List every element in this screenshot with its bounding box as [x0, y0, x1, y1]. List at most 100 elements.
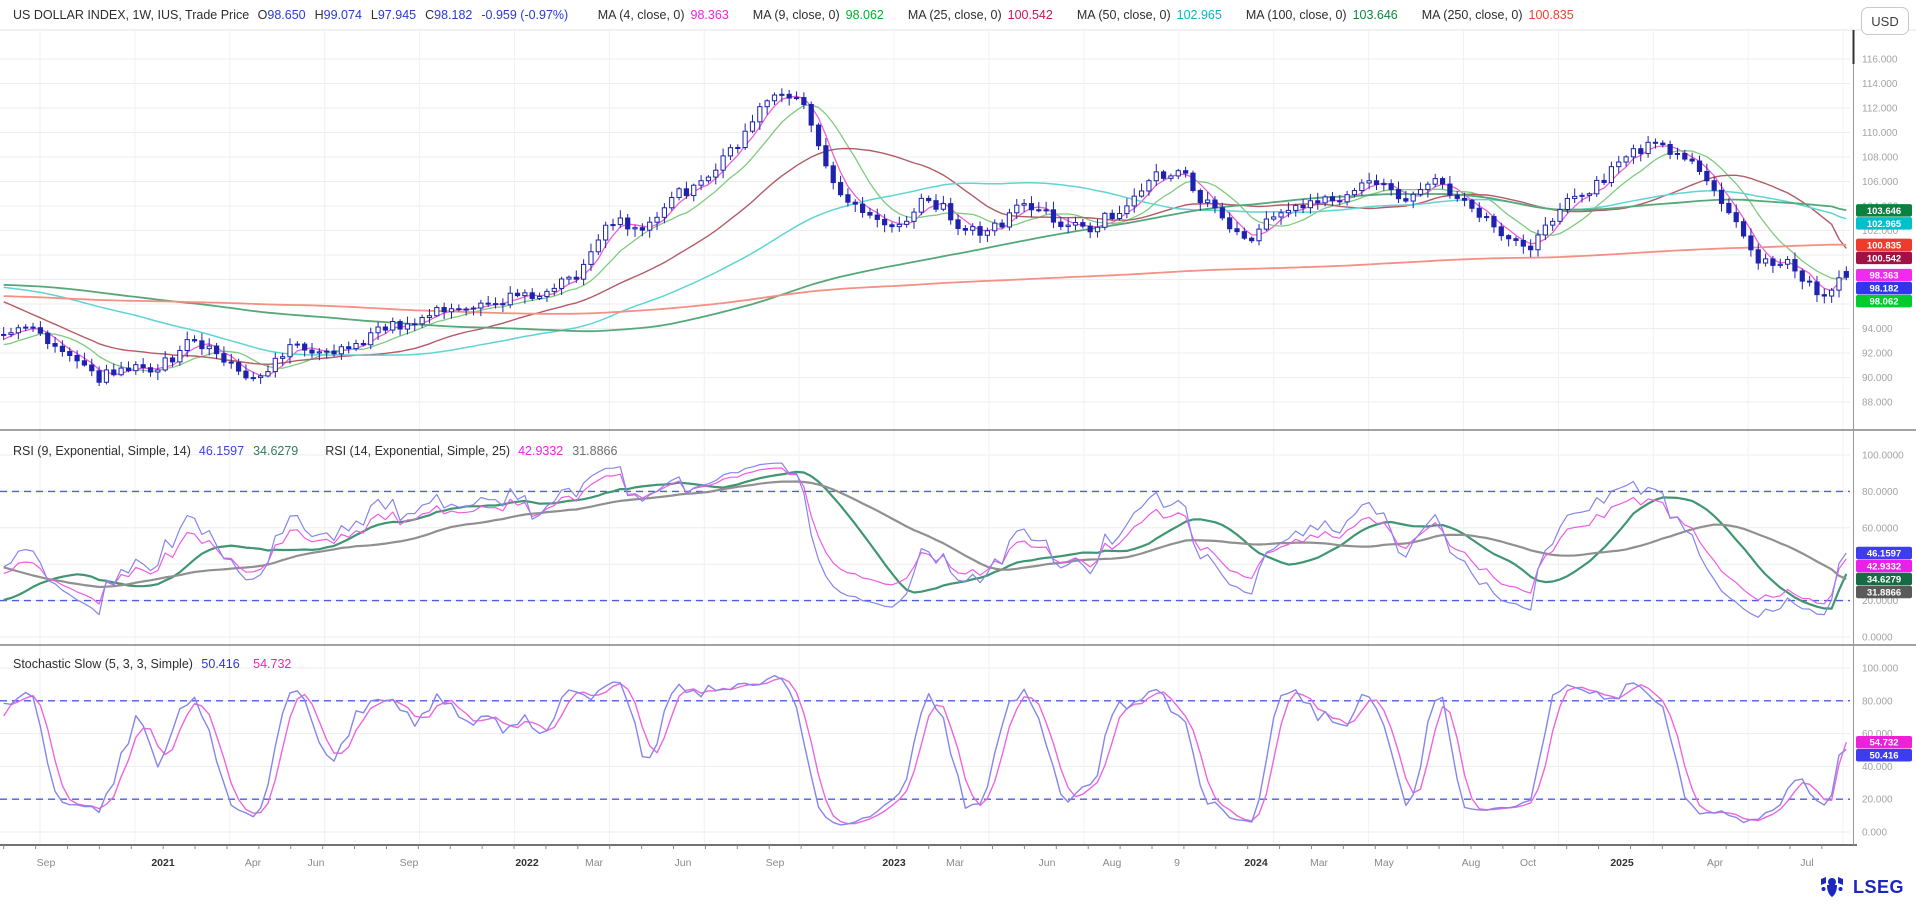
rsi9-line — [4, 463, 1847, 617]
rsi-legend-groups: RSI (9, Exponential, Simple, 14) 46.1597 3… — [13, 444, 626, 458]
rsi-tick-label: 80.0000 — [1862, 487, 1899, 498]
price-ohlc-values: O98.650H99.074L97.945C98.182-0.959 (-0.9… — [258, 8, 595, 22]
stochastic-legend[interactable]: Stochastic Slow (5, 3, 3, Simple) 50.416… — [13, 657, 301, 671]
ma-legend-value: 102.965 — [1177, 8, 1222, 22]
svg-text:42.9332: 42.9332 — [1867, 561, 1901, 572]
stochastic-lines — [4, 676, 1847, 825]
svg-text:31.8866: 31.8866 — [1867, 587, 1901, 598]
rsi14-line — [4, 468, 1847, 604]
x-axis-label: May — [1374, 857, 1395, 869]
change-value: -0.959 (-0.97%) — [481, 8, 568, 22]
ma-legend-label: MA (50, close, 0) — [1077, 8, 1171, 22]
rsi-legend-value: 42.9332 — [518, 444, 563, 458]
ma-line-4 — [4, 96, 1847, 376]
ma-legend: MA (4, close, 0) 98.363 MA (9, close, 0) 98… — [598, 8, 1598, 22]
rsi-tick-label: 100.0000 — [1862, 451, 1904, 462]
ma-legend-value: 98.062 — [846, 8, 884, 22]
svg-text:50.416: 50.416 — [1869, 751, 1898, 762]
ma-legend-label: MA (250, close, 0) — [1422, 8, 1523, 22]
x-axis-label: 2022 — [515, 857, 539, 869]
svg-text:100.542: 100.542 — [1867, 253, 1901, 264]
price-badges: 103.646 102.965 100.835 100.542 98.363 98.182… — [1856, 204, 1912, 762]
svg-text:100.835: 100.835 — [1867, 240, 1902, 251]
x-axis-label: 2021 — [151, 857, 175, 869]
x-axis-label: Sep — [766, 857, 785, 869]
svg-text:54.732: 54.732 — [1869, 738, 1898, 749]
stoch-tick-label: 20.000 — [1862, 795, 1893, 806]
price-tick-label: 92.000 — [1862, 349, 1893, 360]
x-axis-label: 9 — [1174, 857, 1180, 869]
stoch-d-line — [4, 678, 1847, 824]
svg-text:103.646: 103.646 — [1867, 206, 1901, 217]
stoch-tick-label: 40.000 — [1862, 762, 1893, 773]
price-tick-label: 94.000 — [1862, 324, 1893, 335]
price-tick-label: 106.000 — [1862, 177, 1899, 188]
x-axis-label: 2025 — [1610, 857, 1634, 869]
price-tick-label: 110.000 — [1862, 128, 1898, 139]
x-axis-label: Sep — [400, 857, 419, 869]
rsi-legend-value: 34.6279 — [253, 444, 298, 458]
ohlc-label: H — [315, 8, 324, 22]
ma-line-9 — [4, 105, 1847, 371]
price-tick-label: 90.000 — [1862, 373, 1893, 384]
svg-text:102.965: 102.965 — [1867, 219, 1902, 230]
stoch-tick-label: 80.000 — [1862, 696, 1893, 707]
x-axis-label: Mar — [946, 857, 965, 869]
stoch-tick-label: 0.000 — [1862, 828, 1887, 839]
ma-legend-label: MA (100, close, 0) — [1246, 8, 1347, 22]
lseg-logo: LSEG — [1818, 875, 1904, 899]
rsi-legend-label: RSI (9, Exponential, Simple, 14) — [13, 444, 191, 458]
ma-legend-value: 100.542 — [1008, 8, 1053, 22]
svg-text:98.062: 98.062 — [1869, 297, 1898, 308]
rsi-legend-value: 46.1597 — [199, 444, 244, 458]
stoch-k-line — [4, 676, 1847, 825]
ma-lines — [4, 96, 1847, 376]
lseg-logo-icon — [1818, 875, 1846, 899]
x-axis-label: 2024 — [1244, 857, 1268, 869]
ma-legend-value: 100.835 — [1529, 8, 1574, 22]
stoch-tick-label: 100.000 — [1862, 664, 1899, 675]
ohlc-value: 99.074 — [324, 8, 362, 22]
ohlc-value: 98.650 — [267, 8, 305, 22]
rsi-legend-label: RSI (14, Exponential, Simple, 25) — [325, 444, 510, 458]
lseg-brand-text: LSEG — [1853, 877, 1904, 898]
svg-text:98.363: 98.363 — [1869, 271, 1898, 282]
x-axis-label: Apr — [1707, 857, 1724, 869]
ma-legend-value: 98.363 — [691, 8, 729, 22]
rsi-legend[interactable]: RSI (9, Exponential, Simple, 14) 46.1597 3… — [13, 444, 626, 458]
x-axis-label: Aug — [1103, 857, 1122, 869]
stochastic-k-value: 50.416 — [201, 657, 239, 671]
price-tick-label: 114.000 — [1862, 79, 1898, 90]
panel-borders — [0, 30, 1916, 845]
price-tick-label: 88.000 — [1862, 398, 1893, 409]
y-axis-labels: 116.000114.000112.000110.000108.000106.0… — [1862, 55, 1904, 839]
ma-legend-label: MA (4, close, 0) — [598, 8, 685, 22]
ohlc-label: O — [258, 8, 268, 22]
price-tick-label: 108.000 — [1862, 153, 1899, 164]
svg-text:34.6279: 34.6279 — [1867, 574, 1901, 585]
price-legend[interactable]: US DOLLAR INDEX, 1W, IUS, Trade Price O9… — [13, 8, 1598, 22]
x-axis-label: Sep — [37, 857, 56, 869]
ohlc-label: L — [371, 8, 378, 22]
price-tick-label: 112.000 — [1862, 104, 1898, 115]
rsi9-sma-line — [4, 472, 1847, 609]
x-axis-label: Oct — [1520, 857, 1536, 869]
x-axis-label: Jun — [675, 857, 692, 869]
currency-button[interactable]: USD — [1861, 7, 1909, 35]
stochastic-label: Stochastic Slow (5, 3, 3, Simple) — [13, 657, 193, 671]
ohlc-value: 97.945 — [378, 8, 416, 22]
ma-legend-label: MA (9, close, 0) — [753, 8, 840, 22]
rsi-lines — [4, 463, 1847, 617]
x-axis: Sep2021AprJunSep2022MarJunSep2023MarJunA… — [4, 845, 1822, 869]
svg-text:46.1597: 46.1597 — [1867, 548, 1901, 559]
rsi-tick-label: 0.0000 — [1862, 633, 1893, 644]
chart-title: US DOLLAR INDEX, 1W, IUS, Trade Price — [13, 8, 249, 22]
gridlines — [0, 30, 1850, 845]
rsi-tick-label: 60.0000 — [1862, 523, 1899, 534]
stochastic-d-value: 54.732 — [253, 657, 291, 671]
x-axis-label: Jun — [308, 857, 325, 869]
svg-text:98.182: 98.182 — [1869, 284, 1898, 295]
ma-legend-label: MA (25, close, 0) — [908, 8, 1002, 22]
x-axis-label: Jul — [1800, 857, 1813, 869]
ohlc-value: 98.182 — [434, 8, 472, 22]
